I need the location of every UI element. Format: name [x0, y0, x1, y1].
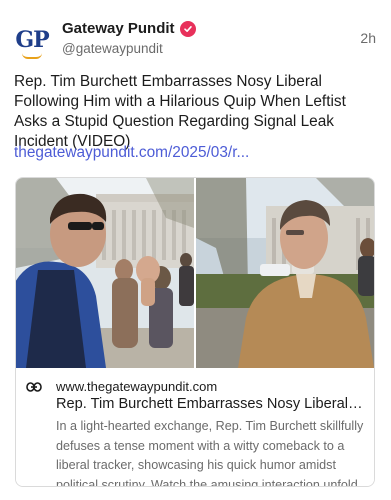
link-icon [26, 380, 42, 392]
author-display-name-row[interactable]: Gateway Pundit [62, 20, 196, 37]
link-card-domain: www.thegatewaypundit.com [56, 379, 218, 394]
post-timestamp[interactable]: 2h [360, 30, 376, 46]
post-header: GP Gateway Pundit @gatewaypundit 2h [14, 18, 376, 62]
post[interactable]: GP Gateway Pundit @gatewaypundit 2h Rep.… [0, 0, 391, 500]
link-card-meta[interactable]: www.thegatewaypundit.com Rep. Tim Burche… [16, 369, 374, 487]
link-card-description: In a light-hearted exchange, Rep. Tim Bu… [56, 419, 364, 487]
link-card[interactable]: www.thegatewaypundit.com Rep. Tim Burche… [15, 177, 375, 487]
author-display-name[interactable]: Gateway Pundit [62, 20, 175, 37]
author-handle[interactable]: @gatewaypundit [62, 41, 196, 56]
post-link[interactable]: thegatewaypundit.com/2025/03/r... [14, 144, 378, 162]
link-card-title[interactable]: Rep. Tim Burchett Embarrasses Nosy Liber… [56, 396, 366, 412]
post-text: Rep. Tim Burchett Embarrasses Nosy Liber… [14, 73, 346, 150]
avatar-logo: GP [15, 27, 49, 53]
author-info: Gateway Pundit @gatewaypundit [62, 20, 196, 56]
checkmark-badge-icon [179, 20, 196, 37]
link-card-image[interactable] [16, 178, 374, 368]
avatar-swoosh [22, 53, 42, 59]
avatar[interactable]: GP [14, 22, 50, 59]
